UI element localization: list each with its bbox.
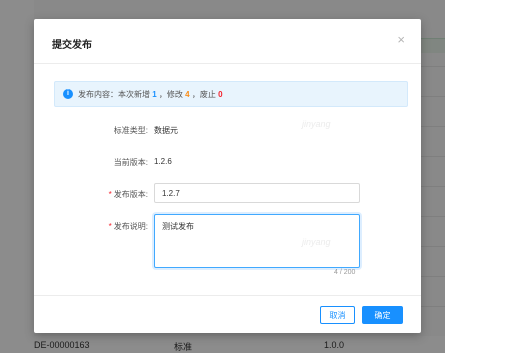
page-right-margin bbox=[445, 0, 511, 353]
required-mark: * bbox=[108, 222, 112, 231]
publish-dialog: 提交发布 × i 发布内容：本次新增 1 ，修改 4 ，废止 0 标准类型: 数… bbox=[34, 19, 421, 333]
character-counter: 4 / 200 bbox=[334, 269, 356, 276]
publish-summary-alert: i 发布内容：本次新增 1 ，修改 4 ，废止 0 bbox=[54, 81, 408, 107]
confirm-button[interactable]: 确定 bbox=[362, 306, 403, 324]
close-icon[interactable]: × bbox=[397, 32, 405, 47]
dialog-header: 提交发布 × bbox=[34, 19, 421, 64]
dialog-footer: 取消 确定 bbox=[34, 295, 421, 334]
required-mark: * bbox=[108, 190, 112, 199]
alert-sep-abolished: ，废止 bbox=[191, 90, 216, 99]
release-note-label-text: 发布说明: bbox=[113, 222, 148, 231]
watermark: jinyang bbox=[302, 119, 331, 129]
release-version-label: * 发布版本: bbox=[58, 189, 148, 200]
standard-type-label: 标准类型: bbox=[113, 126, 148, 135]
alert-sep-modified: ，修改 bbox=[158, 90, 183, 99]
alert-prefix: 发布内容：本次新增 bbox=[78, 90, 150, 99]
current-version-label: 当前版本: bbox=[113, 158, 148, 167]
added-count: 1 bbox=[152, 90, 157, 99]
modified-count: 4 bbox=[185, 90, 190, 99]
current-version-value: 1.2.6 bbox=[154, 157, 172, 166]
standard-type-value: 数据元 bbox=[154, 126, 178, 135]
release-note-label: * 发布说明: bbox=[58, 221, 148, 232]
info-icon: i bbox=[63, 89, 73, 99]
dialog-title: 提交发布 bbox=[52, 40, 92, 51]
release-version-label-text: 发布版本: bbox=[113, 190, 148, 199]
watermark: jinyang bbox=[302, 237, 331, 247]
alert-text: 发布内容：本次新增 1 ，修改 4 ，废止 0 bbox=[78, 89, 223, 100]
abolished-count: 0 bbox=[218, 90, 223, 99]
cancel-button[interactable]: 取消 bbox=[320, 306, 355, 324]
release-version-input[interactable]: 1.2.7 bbox=[154, 183, 360, 203]
